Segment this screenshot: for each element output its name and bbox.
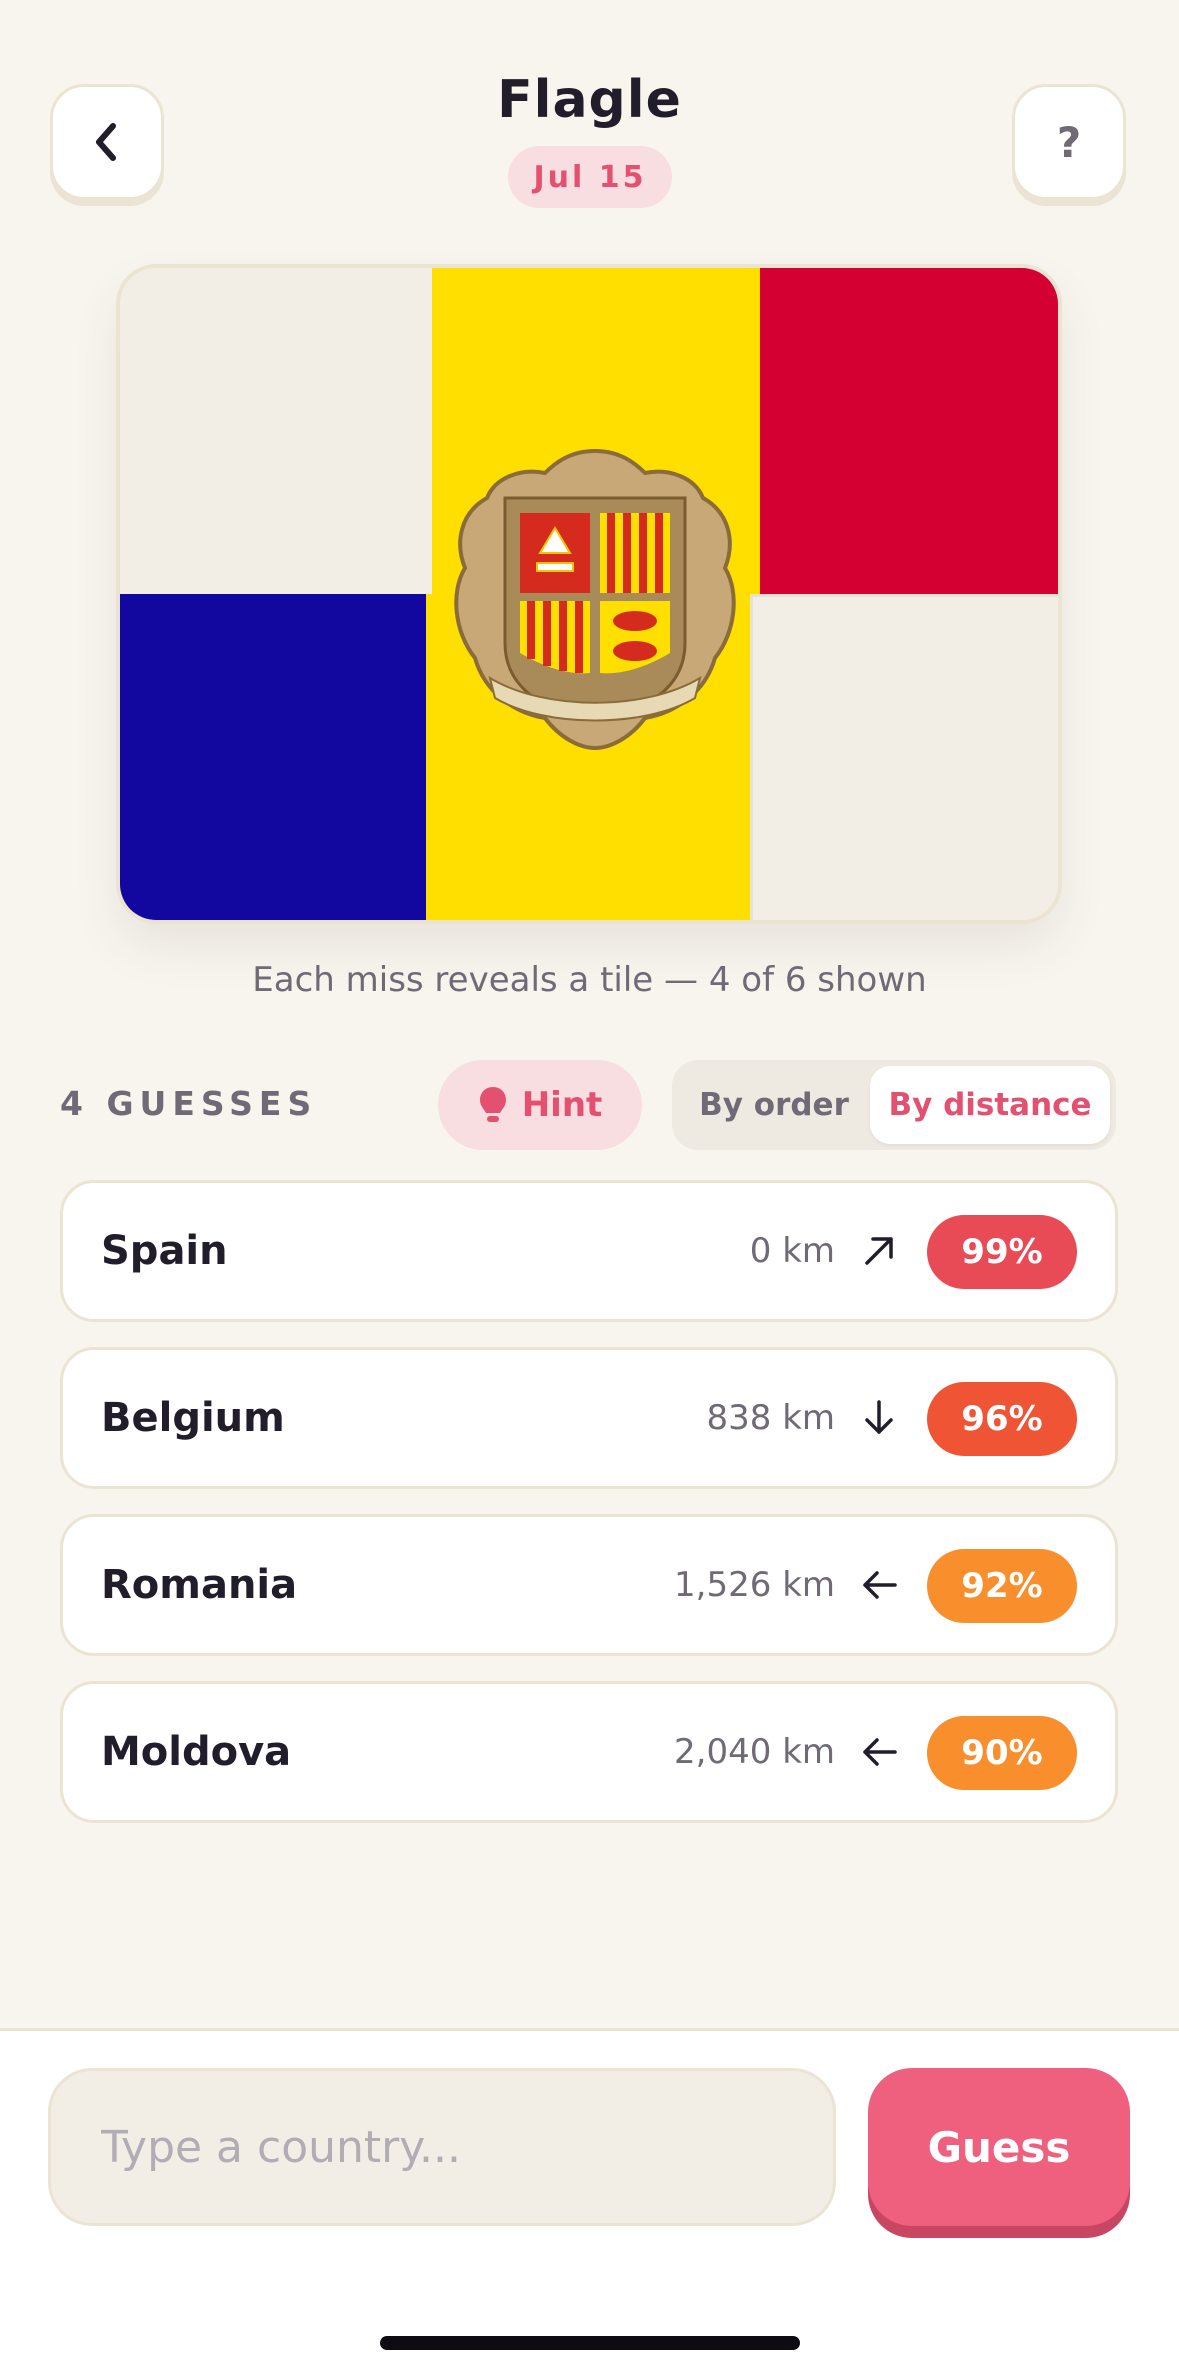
guess-distance: 838 km bbox=[706, 1398, 835, 1438]
guess-country: Spain bbox=[101, 1228, 228, 1274]
flag-tile-red bbox=[760, 268, 1058, 594]
flag-tile-blue bbox=[120, 594, 426, 920]
hint-label: Hint bbox=[521, 1085, 603, 1125]
proximity-badge: 90% bbox=[927, 1716, 1077, 1790]
sort-by-order-tab[interactable]: By order bbox=[678, 1066, 870, 1144]
arrow-north-east-icon bbox=[865, 1237, 893, 1265]
reveal-caption: Each miss reveals a tile — 4 of 6 shown bbox=[252, 960, 927, 1000]
arrow-west-icon bbox=[863, 1738, 897, 1766]
page-title: Flagle bbox=[497, 70, 682, 130]
guess-distance: 0 km bbox=[749, 1231, 835, 1271]
guess-row: Moldova 2,040 km 90% bbox=[60, 1681, 1118, 1823]
proximity-badge: 99% bbox=[927, 1215, 1077, 1289]
country-input[interactable] bbox=[48, 2068, 836, 2226]
guess-distance: 1,526 km bbox=[674, 1565, 835, 1605]
flag-tile-hidden bbox=[120, 268, 432, 594]
coat-of-arms-emblem bbox=[454, 448, 736, 751]
date-badge: Jul 15 bbox=[508, 146, 672, 208]
help-button[interactable]: ? bbox=[1012, 84, 1126, 200]
lightbulb-icon bbox=[479, 1087, 506, 1122]
guess-count-label: 4 GUESSES bbox=[60, 1084, 318, 1123]
guess-row: Spain 0 km 99% bbox=[60, 1180, 1118, 1322]
guess-country: Belgium bbox=[101, 1395, 285, 1441]
home-indicator bbox=[380, 2336, 800, 2350]
proximity-badge: 96% bbox=[927, 1382, 1077, 1456]
flag-tile-hidden bbox=[750, 594, 1058, 920]
guess-row: Romania 1,526 km 92% bbox=[60, 1514, 1118, 1656]
arrow-south-icon bbox=[865, 1400, 893, 1434]
arrow-west-icon bbox=[863, 1571, 897, 1599]
guess-distance: 2,040 km bbox=[674, 1732, 835, 1772]
proximity-badge: 92% bbox=[927, 1549, 1077, 1623]
sort-by-distance-tab[interactable]: By distance bbox=[870, 1066, 1110, 1144]
guess-button[interactable]: Guess bbox=[868, 2068, 1130, 2226]
sort-toggle: By order By distance bbox=[672, 1060, 1116, 1150]
guess-country: Romania bbox=[101, 1562, 298, 1608]
hint-button[interactable]: Hint bbox=[438, 1060, 642, 1150]
guess-row: Belgium 838 km 96% bbox=[60, 1347, 1118, 1489]
flag-image bbox=[116, 264, 1062, 924]
guess-country: Moldova bbox=[101, 1729, 292, 1775]
